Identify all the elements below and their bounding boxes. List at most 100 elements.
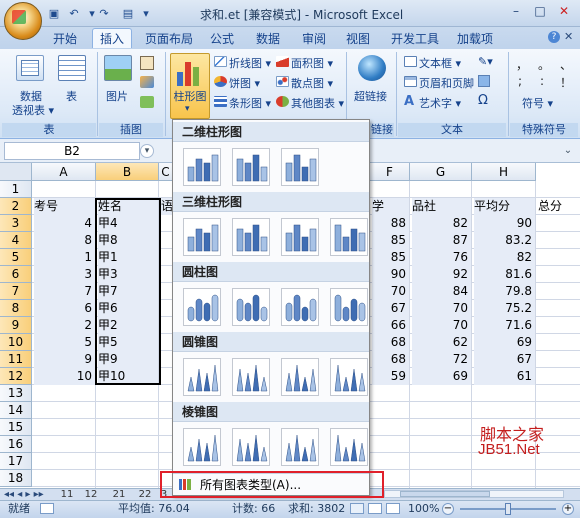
row-header[interactable]: 16 xyxy=(0,436,32,453)
name-box-dropdown-icon[interactable]: ▾ xyxy=(140,144,154,158)
row-header[interactable]: 9 xyxy=(0,317,32,334)
chart-subtype-cyl-1[interactable] xyxy=(183,288,221,326)
cell[interactable]: 90 xyxy=(474,215,535,232)
table-label[interactable]: 表 xyxy=(66,88,77,104)
bar-chart-icon[interactable] xyxy=(214,96,227,107)
select-all-corner[interactable] xyxy=(0,163,32,181)
customize-quick-access-icon[interactable]: ▾ xyxy=(138,6,154,21)
sheet-tab[interactable]: 11 xyxy=(56,489,78,500)
row-header[interactable]: 8 xyxy=(0,300,32,317)
wordart-label[interactable]: 艺术字 ▾ xyxy=(419,95,461,111)
column-header[interactable]: F xyxy=(370,163,410,181)
zoom-slider-handle[interactable] xyxy=(505,503,511,515)
cell[interactable]: 8 xyxy=(34,232,95,249)
chart-subtype-cyl-2[interactable] xyxy=(232,288,270,326)
cell[interactable]: 总分 xyxy=(538,198,579,215)
area-chart-label[interactable]: 面积图 ▾ xyxy=(291,55,333,71)
bar-chart-label[interactable]: 条形图 ▾ xyxy=(229,95,271,111)
cell[interactable]: 90 xyxy=(372,266,409,283)
cell[interactable]: 9 xyxy=(34,351,95,368)
chart-subtype-bar3d-1[interactable] xyxy=(183,218,221,256)
tab-developer[interactable]: 开发工具 xyxy=(386,29,444,49)
name-box[interactable]: B2 xyxy=(4,142,140,160)
chart-subtype-bar3d-3[interactable] xyxy=(281,218,319,256)
chart-subtype-cyl-3[interactable] xyxy=(281,288,319,326)
cell[interactable]: 67 xyxy=(372,300,409,317)
cell[interactable]: 70 xyxy=(372,283,409,300)
column-chart-button[interactable]: 柱形图 ▾ xyxy=(170,53,210,119)
cell[interactable]: 84 xyxy=(412,283,471,300)
chart-subtype-bar3d-4[interactable] xyxy=(330,218,368,256)
chart-subtype-cyl-4[interactable] xyxy=(330,288,368,326)
page-layout-view-icon[interactable] xyxy=(368,503,382,514)
chart-subtype-pyr-2[interactable] xyxy=(232,428,270,466)
cell[interactable]: 82 xyxy=(412,215,471,232)
minimize-icon[interactable]: – xyxy=(504,2,528,20)
pie-chart-label[interactable]: 饼图 ▾ xyxy=(229,75,260,91)
sheet-tab[interactable]: 12 xyxy=(80,489,102,500)
zoom-level[interactable]: 100% xyxy=(408,501,439,517)
other-charts-label[interactable]: 其他图表 ▾ xyxy=(291,95,344,111)
tab-home[interactable]: 开始 xyxy=(46,29,84,49)
pivot-table-icon[interactable] xyxy=(16,55,44,81)
cell[interactable]: 69 xyxy=(412,368,471,385)
signature-line-icon[interactable]: ✎▾ xyxy=(478,55,493,68)
ribbon-close-icon[interactable]: ✕ xyxy=(564,30,573,43)
column-header[interactable]: B xyxy=(96,163,159,181)
cell[interactable]: 70 xyxy=(412,300,471,317)
object-icon[interactable] xyxy=(478,75,490,87)
help-icon[interactable]: ? xyxy=(548,31,560,43)
column-header[interactable]: C xyxy=(159,163,173,181)
pivot-table-label-2[interactable]: 透视表 ▾ xyxy=(12,102,54,118)
cell[interactable]: 3 xyxy=(34,266,95,283)
row-header[interactable]: 18 xyxy=(0,470,32,487)
special-char[interactable]: 。 xyxy=(538,56,550,73)
sheet-tab[interactable]: 21 xyxy=(108,489,130,500)
chart-subtype-bar-1[interactable] xyxy=(183,148,221,186)
cell[interactable]: 85 xyxy=(372,249,409,266)
chart-subtype-bar-2[interactable] xyxy=(232,148,270,186)
scrollbar-thumb[interactable] xyxy=(400,491,490,497)
special-char[interactable]: ！ xyxy=(560,74,572,91)
row-header[interactable]: 13 xyxy=(0,385,32,402)
chart-subtype-pyr-1[interactable] xyxy=(183,428,221,466)
special-char[interactable]: 、 xyxy=(560,56,572,73)
cell[interactable]: 68 xyxy=(372,334,409,351)
cell[interactable]: 85 xyxy=(372,232,409,249)
cell[interactable]: 67 xyxy=(474,351,535,368)
row-header[interactable]: 3 xyxy=(0,215,32,232)
cell[interactable]: 10 xyxy=(34,368,95,385)
chart-subtype-cone-3[interactable] xyxy=(281,358,319,396)
textbox-icon[interactable] xyxy=(404,56,417,67)
sheet-tab[interactable]: 22 xyxy=(134,489,156,500)
pie-chart-icon[interactable] xyxy=(214,76,227,87)
row-header[interactable]: 11 xyxy=(0,351,32,368)
chart-subtype-bar3d-2[interactable] xyxy=(232,218,270,256)
cell[interactable]: 5 xyxy=(34,334,95,351)
shapes-icon[interactable] xyxy=(140,76,154,88)
cell[interactable]: 83.2 xyxy=(474,232,535,249)
print-preview-icon[interactable]: ▤ xyxy=(120,6,136,21)
cell[interactable]: 4 xyxy=(34,215,95,232)
cell[interactable]: 品社 xyxy=(412,198,471,215)
zoom-in-icon[interactable]: + xyxy=(562,503,574,515)
clipart-icon[interactable] xyxy=(140,56,154,70)
cell[interactable]: 62 xyxy=(412,334,471,351)
hyperlink-label[interactable]: 超链接 xyxy=(354,88,387,104)
cell[interactable]: 81.6 xyxy=(474,266,535,283)
row-header[interactable]: 2 xyxy=(0,198,32,215)
tab-page-layout[interactable]: 页面布局 xyxy=(140,29,198,49)
area-chart-icon[interactable] xyxy=(276,56,289,67)
save-icon[interactable]: ▣ xyxy=(46,6,62,21)
zoom-out-icon[interactable]: − xyxy=(442,503,454,515)
chart-subtype-cone-2[interactable] xyxy=(232,358,270,396)
chart-subtype-cone-1[interactable] xyxy=(183,358,221,396)
maximize-icon[interactable]: □ xyxy=(528,2,552,20)
row-header[interactable]: 12 xyxy=(0,368,32,385)
cell[interactable]: 71.6 xyxy=(474,317,535,334)
cell[interactable]: 59 xyxy=(372,368,409,385)
smartart-icon[interactable] xyxy=(140,96,154,108)
row-header[interactable]: 10 xyxy=(0,334,32,351)
row-header[interactable]: 1 xyxy=(0,181,32,198)
tab-formulas[interactable]: 公式 xyxy=(204,29,240,49)
